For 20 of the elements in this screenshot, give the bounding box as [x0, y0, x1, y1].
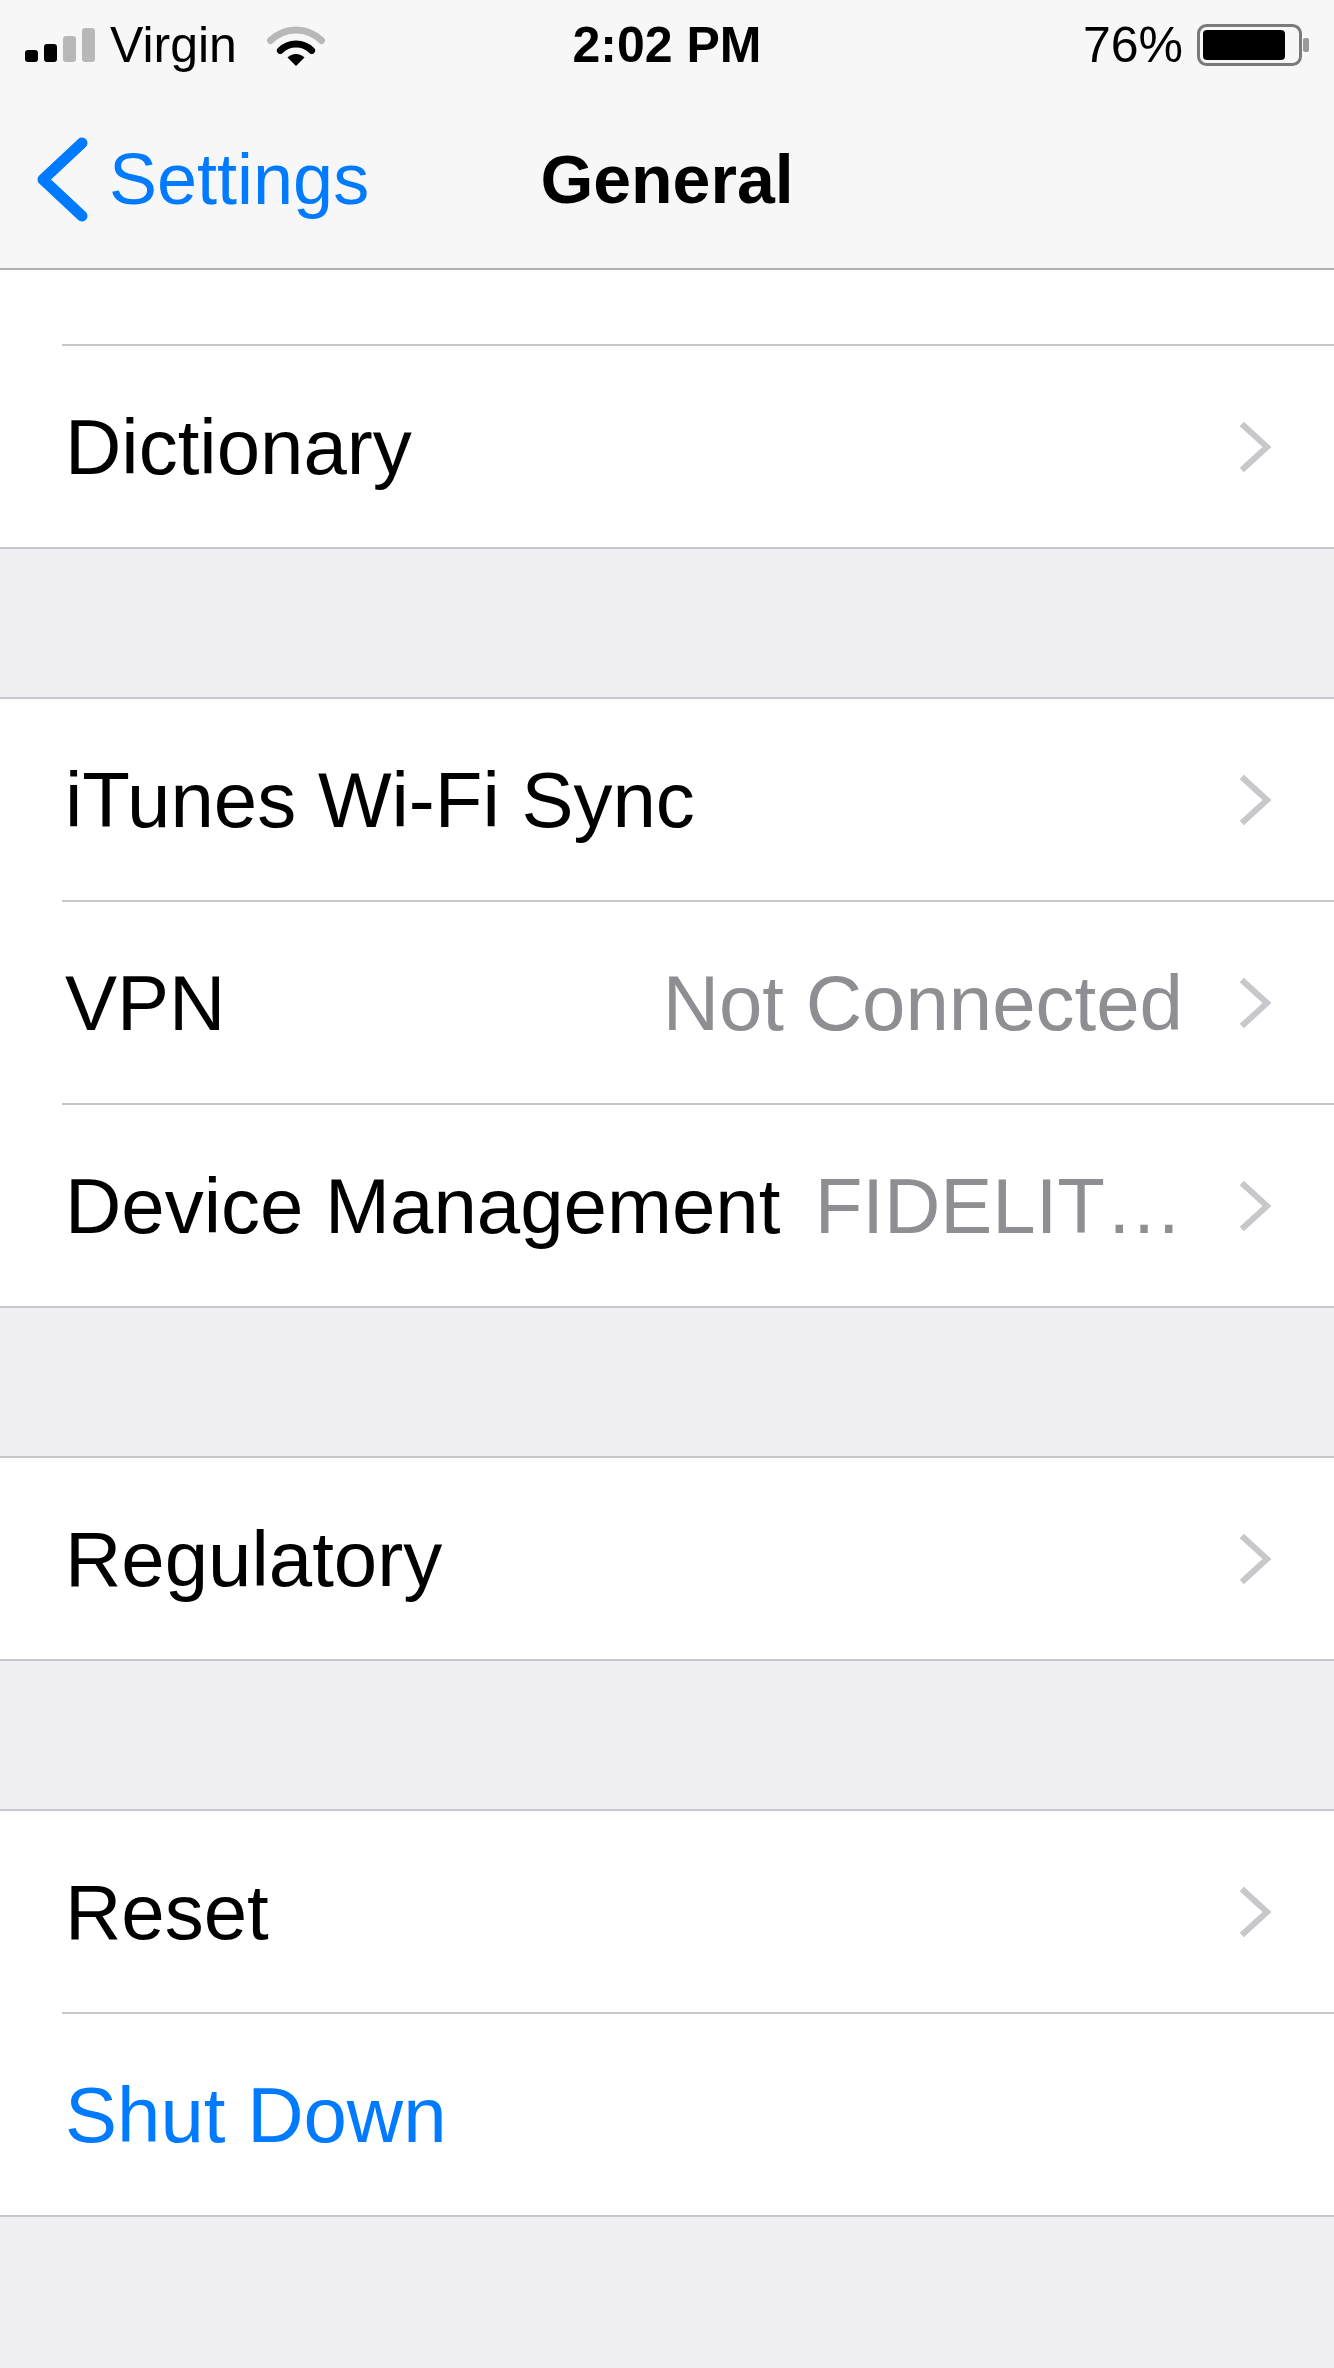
row-label: VPN: [65, 963, 226, 1042]
chevron-right-icon: [1239, 1532, 1272, 1585]
row-value: Not Connected: [662, 963, 1183, 1042]
row-label: Reset: [65, 1872, 269, 1951]
chevron-right-icon: [1239, 1179, 1272, 1232]
row-label: Shut Down: [65, 2075, 447, 2154]
nav-title: General: [540, 145, 794, 213]
chevron-right-icon: [1239, 1885, 1272, 1938]
chevron-left-icon: [36, 136, 89, 222]
back-button[interactable]: Settings: [36, 136, 370, 222]
battery-percentage: 76%: [1082, 20, 1183, 70]
signal-strength-icon: [25, 28, 95, 62]
carrier-name: Virgin: [110, 20, 237, 70]
battery-icon: [1197, 24, 1309, 66]
chevron-right-icon: [1239, 420, 1272, 473]
chevron-right-icon: [1239, 773, 1272, 826]
wifi-icon: [266, 24, 325, 66]
row-value: FIDELIT…: [814, 1166, 1183, 1245]
chevron-right-icon: [1239, 976, 1272, 1029]
status-time: 2:02 PM: [572, 20, 762, 70]
